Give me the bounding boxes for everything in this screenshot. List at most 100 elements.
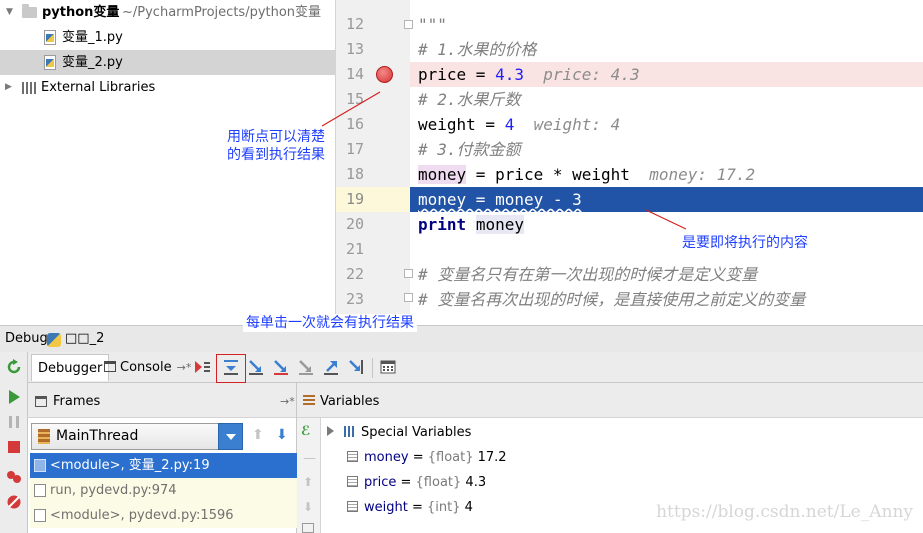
special-variables-row[interactable]: Special Variables <box>327 420 471 445</box>
special-vars-icon <box>344 426 355 437</box>
variables-icon <box>303 395 315 407</box>
code-line[interactable]: 12 """ <box>336 12 923 37</box>
frame-row[interactable]: <module>, pydevd.py:1596 <box>30 503 297 528</box>
show-execution-point-icon[interactable] <box>193 358 211 376</box>
breakpoint-icon[interactable] <box>376 66 393 83</box>
fold-icon[interactable] <box>404 293 413 302</box>
line-number: 21 <box>345 240 364 258</box>
line-number: 16 <box>345 115 364 133</box>
file-name: 变量_2.py <box>62 55 123 70</box>
pin-icon[interactable]: →* <box>177 361 192 374</box>
current-line-annotation: 是要即将执行的内容 <box>682 234 808 252</box>
inline-value: weight: 4 <box>533 115 621 134</box>
frame-row[interactable]: run, pydevd.py:974 <box>30 478 297 503</box>
mute-breakpoints-icon[interactable] <box>6 494 22 510</box>
fold-icon[interactable] <box>404 269 413 278</box>
arrow-up-icon[interactable]: ⬆ <box>252 427 264 443</box>
arrow-down-icon[interactable]: ⬇ <box>303 500 313 514</box>
watermark: https://blog.csdn.net/Le_Anny <box>656 502 913 522</box>
code-statement: price = 4.3 price: 4.3 <box>418 65 640 84</box>
variable-row[interactable]: weight = {int} 4 <box>347 495 473 520</box>
copy-icon[interactable] <box>302 523 314 533</box>
code-comment: # 2.水果斤数 <box>418 90 521 109</box>
code-comment: # 变量名只有在第一次出现的时候才是定义变量 <box>418 265 758 284</box>
stop-icon[interactable] <box>6 439 22 455</box>
run-to-cursor-icon[interactable] <box>347 358 365 376</box>
fold-icon[interactable] <box>404 20 413 29</box>
line-number: 13 <box>345 40 364 58</box>
code-line[interactable]: 13 # 1.水果的价格 <box>336 37 923 62</box>
tree-file-row-selected[interactable]: 变量_2.py <box>0 50 336 75</box>
python-config-icon <box>47 333 61 347</box>
inline-value: money: 17.2 <box>649 165 756 184</box>
variable-row[interactable]: money = {float} 17.2 <box>347 445 507 470</box>
code-line[interactable]: 17 # 3.付款金额 <box>336 137 923 162</box>
rerun-icon[interactable] <box>6 359 22 375</box>
frame-row-selected[interactable]: <module>, 变量_2.py:19 <box>30 453 297 478</box>
code-line[interactable]: 18 money = price * weight money: 17.2 <box>336 162 923 187</box>
chevron-right-icon[interactable]: ▶ <box>5 75 12 100</box>
python-file-icon <box>44 30 56 45</box>
code-line-current[interactable]: 19 money = money - 3 <box>336 187 923 212</box>
thread-icon <box>38 429 50 444</box>
python-file-icon <box>44 55 56 70</box>
step-out-icon[interactable] <box>322 358 340 376</box>
tree-file-row[interactable]: 变量_1.py <box>0 25 336 50</box>
minus-icon[interactable]: — <box>303 451 316 466</box>
tree-external-libraries-row[interactable]: ▶ External Libraries <box>0 75 336 100</box>
variables-header: Variables <box>297 383 923 418</box>
frames-title: Frames <box>53 394 101 409</box>
frames-header: Frames →* <box>28 383 296 418</box>
arrow-down-icon[interactable]: ⬇ <box>276 427 288 443</box>
pause-icon[interactable] <box>6 414 22 430</box>
tree-root-row[interactable]: ▼ python变量 ~/PycharmProjects/python变量 <box>0 0 336 25</box>
line-number: 15 <box>345 90 364 108</box>
code-line[interactable]: 21 <box>336 237 923 262</box>
pin-icon[interactable]: →* <box>280 383 295 420</box>
code-statement: print money <box>418 215 524 234</box>
evaluate-expression-icon[interactable] <box>379 358 397 376</box>
debug-toolbar: Debugger Console →* <box>0 352 923 383</box>
code-statement: weight = 4 weight: 4 <box>418 115 621 134</box>
code-line[interactable]: 23 # 变量名再次出现的时候，是直接使用之前定义的变量 <box>336 287 923 312</box>
line-number: 20 <box>345 215 364 233</box>
line-number: 22 <box>345 265 364 283</box>
code-line[interactable]: 15 # 2.水果斤数 <box>336 87 923 112</box>
line-number: 12 <box>345 15 364 33</box>
console-icon <box>104 361 116 372</box>
project-root-path: ~/PycharmProjects/python变量 <box>122 5 322 20</box>
variable-row[interactable]: price = {float} 4.3 <box>347 470 486 495</box>
arrow-up-icon[interactable]: ⬆ <box>303 475 313 489</box>
step-into-icon[interactable] <box>247 358 265 376</box>
code-statement: money = money - 3 <box>418 190 582 209</box>
code-line[interactable]: 16 weight = 4 weight: 4 <box>336 112 923 137</box>
project-root-name: python变量 <box>42 5 120 20</box>
breakpoint-annotation: 用断点可以清楚 的看到执行结果 <box>227 128 325 164</box>
code-line[interactable]: 20 print money <box>336 212 923 237</box>
code-editor[interactable]: 12 """ 13 # 1.水果的价格 14 price = 4.3 price… <box>336 0 923 325</box>
code-line[interactable]: 22 # 变量名只有在第一次出现的时候才是定义变量 <box>336 262 923 287</box>
add-watch-icon[interactable]: ℰ <box>301 424 310 439</box>
force-step-into-icon[interactable] <box>297 358 315 376</box>
variable-icon <box>347 501 358 512</box>
chevron-right-icon[interactable] <box>327 426 334 436</box>
line-number: 18 <box>345 165 364 183</box>
file-name: 变量_1.py <box>62 30 123 45</box>
thread-dropdown[interactable]: MainThread <box>31 423 243 450</box>
line-number: 23 <box>345 290 364 308</box>
view-breakpoints-icon[interactable] <box>6 469 22 485</box>
variables-title: Variables <box>320 394 380 409</box>
chevron-down-icon[interactable] <box>218 423 243 450</box>
code-text: """ <box>418 15 447 34</box>
debug-tool-window-header: Debug □□_2 <box>0 325 923 352</box>
chevron-down-icon[interactable]: ▼ <box>6 0 13 25</box>
step-into-my-code-icon[interactable] <box>272 358 290 376</box>
tab-console[interactable]: Console →* <box>98 354 197 381</box>
resume-icon[interactable] <box>6 389 22 405</box>
inline-value: price: 4.3 <box>543 65 640 84</box>
frames-panel: Frames →* MainThread ⬆ ⬇ <module>, 变量_2.… <box>28 383 297 533</box>
code-statement: money = price * weight money: 17.2 <box>418 165 756 184</box>
code-comment: # 1.水果的价格 <box>418 40 537 59</box>
frame-icon <box>34 509 46 522</box>
code-line-breakpoint[interactable]: 14 price = 4.3 price: 4.3 <box>336 62 923 87</box>
